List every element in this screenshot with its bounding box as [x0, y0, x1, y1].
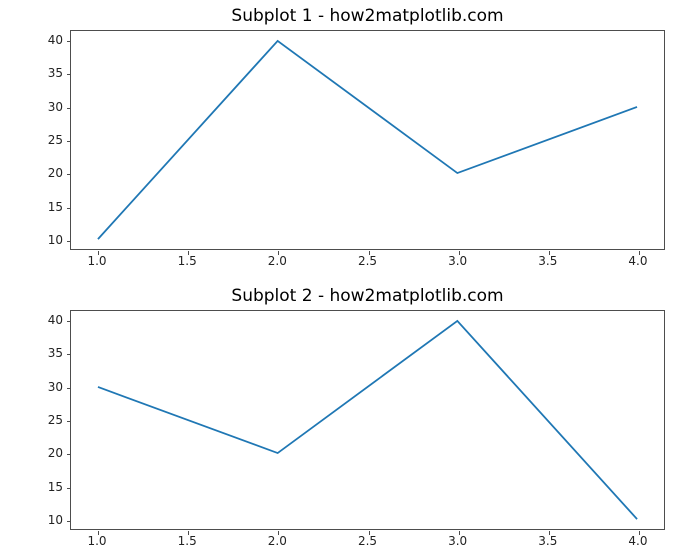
- subplot-2: Subplot 2 - how2matplotlib.com 101520253…: [70, 310, 665, 530]
- y-tick-mark: [67, 208, 71, 209]
- y-tick-label: 25: [23, 133, 63, 147]
- figure: Subplot 1 - how2matplotlib.com 10 15 20 25 3…: [0, 0, 700, 560]
- y-tick-label: 20: [23, 166, 63, 180]
- x-tick-label: 3.5: [538, 534, 557, 548]
- y-tick-mark: [67, 354, 71, 355]
- y-tick-label: 40: [23, 313, 63, 327]
- subplot-1-series-0: [98, 41, 637, 239]
- x-tick-label: 3.5: [538, 254, 557, 268]
- y-tick-label: 10: [23, 513, 63, 527]
- subplot-1-axes: [70, 30, 665, 250]
- y-tick-mark: [67, 174, 71, 175]
- y-tick-mark: [67, 388, 71, 389]
- x-tick-label: 3.0: [448, 534, 467, 548]
- y-tick-mark: [67, 488, 71, 489]
- y-tick-label: 15: [23, 480, 63, 494]
- y-tick-mark: [67, 454, 71, 455]
- y-tick-label: 10: [23, 233, 63, 247]
- y-tick-label: 35: [23, 66, 63, 80]
- y-tick-mark: [67, 41, 71, 42]
- y-tick-label: 20: [23, 446, 63, 460]
- y-tick-mark: [67, 108, 71, 109]
- subplot-2-title: Subplot 2 - how2matplotlib.com: [70, 286, 665, 306]
- x-tick-label: 2.5: [358, 254, 377, 268]
- x-tick-label: 1.0: [87, 534, 106, 548]
- x-tick-label: 3.0: [448, 254, 467, 268]
- y-tick-mark: [67, 321, 71, 322]
- subplot-1-title: Subplot 1 - how2matplotlib.com: [70, 6, 665, 26]
- y-tick-mark: [67, 521, 71, 522]
- subplot-1: Subplot 1 - how2matplotlib.com 101520253…: [70, 30, 665, 250]
- x-tick-label: 4.0: [628, 254, 647, 268]
- subplot-2-line: [71, 311, 664, 529]
- y-tick-label: 30: [23, 100, 63, 114]
- x-tick-label: 2.0: [268, 534, 287, 548]
- x-tick-label: 1.5: [178, 254, 197, 268]
- subplot-2-axes: [70, 310, 665, 530]
- y-tick-label: 25: [23, 413, 63, 427]
- x-tick-label: 2.5: [358, 534, 377, 548]
- x-tick-label: 4.0: [628, 534, 647, 548]
- y-tick-label: 15: [23, 200, 63, 214]
- y-tick-label: 35: [23, 346, 63, 360]
- subplot-2-series-0: [98, 321, 637, 519]
- y-tick-mark: [67, 241, 71, 242]
- y-tick-mark: [67, 74, 71, 75]
- x-tick-label: 1.5: [178, 534, 197, 548]
- subplot-1-line: [71, 31, 664, 249]
- y-tick-label: 40: [23, 33, 63, 47]
- y-tick-mark: [67, 141, 71, 142]
- x-tick-label: 2.0: [268, 254, 287, 268]
- x-tick-label: 1.0: [87, 254, 106, 268]
- y-tick-mark: [67, 421, 71, 422]
- y-tick-label: 30: [23, 380, 63, 394]
